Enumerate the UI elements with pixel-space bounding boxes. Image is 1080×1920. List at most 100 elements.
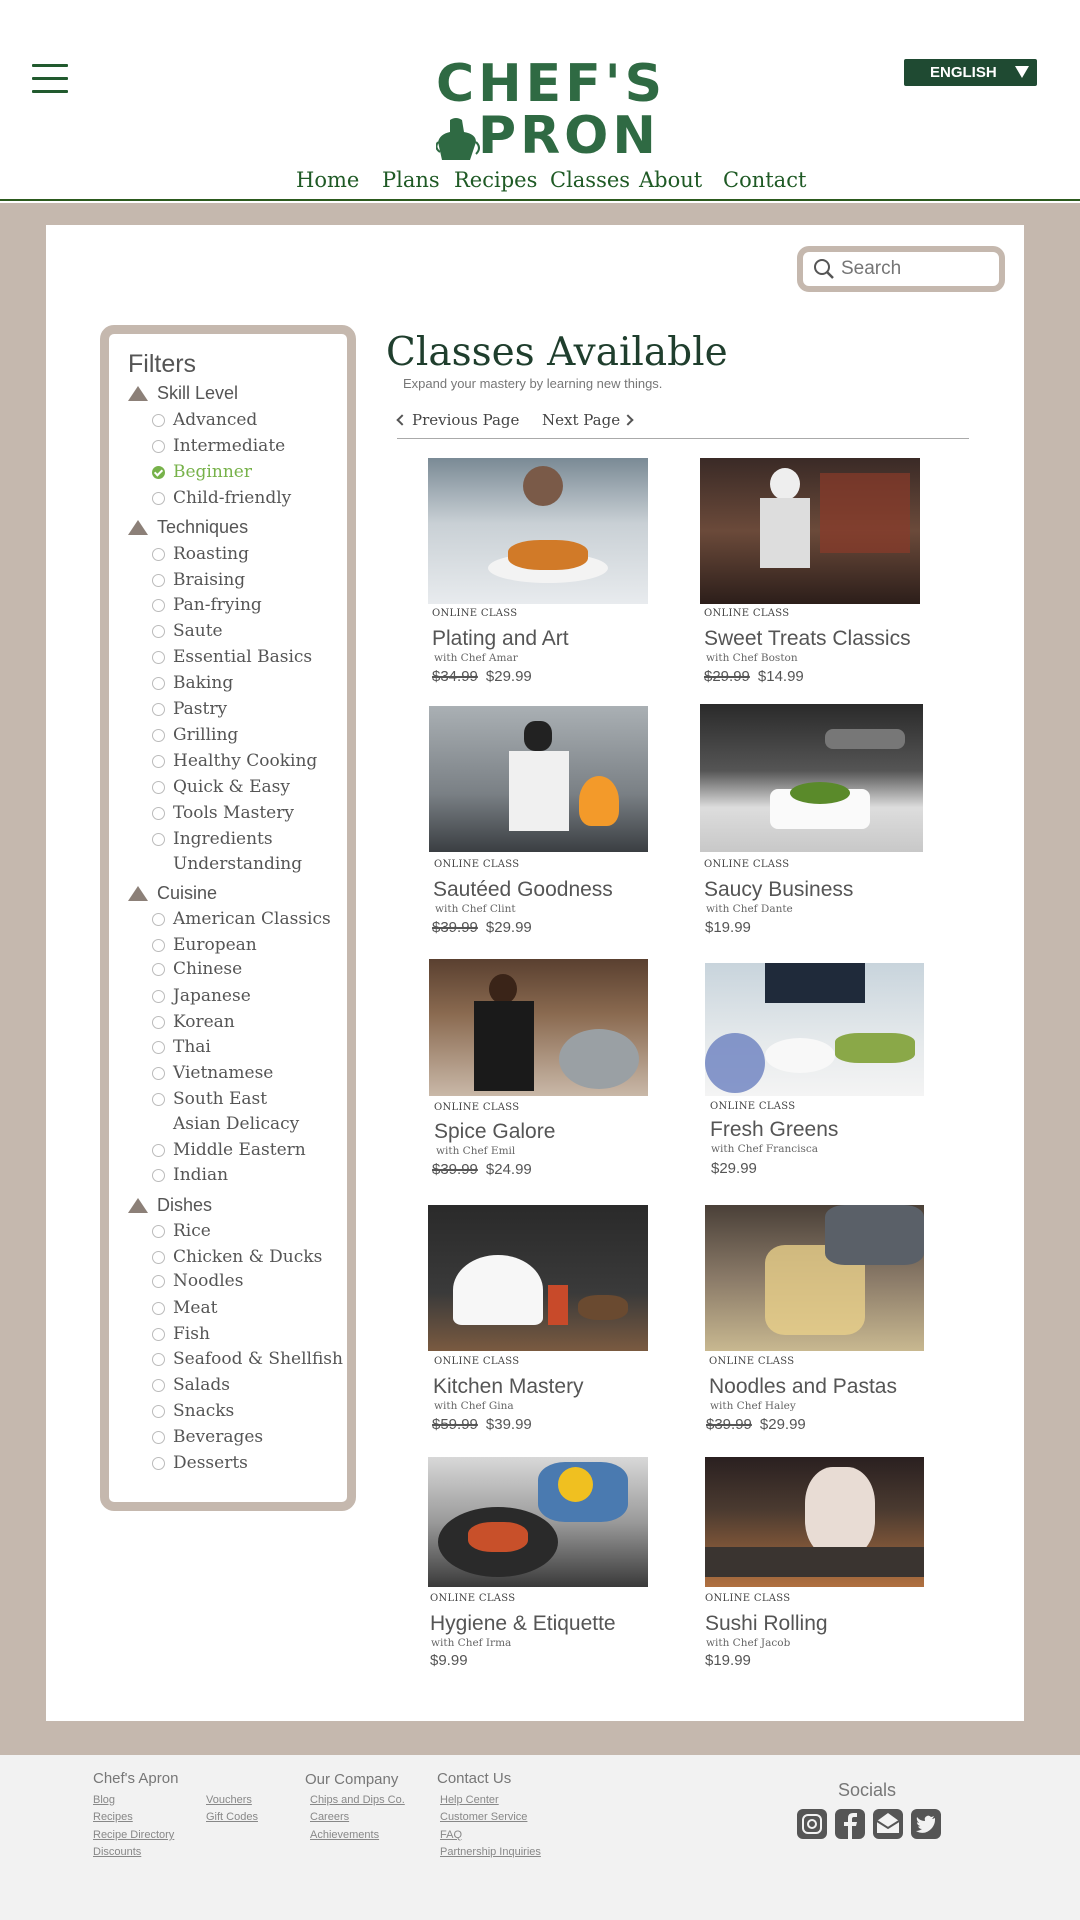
product-image[interactable] bbox=[705, 963, 924, 1096]
filter-option[interactable]: Middle Eastern bbox=[152, 1138, 306, 1163]
filter-option[interactable]: Japanese bbox=[152, 984, 251, 1009]
footer-link[interactable]: Recipes bbox=[93, 1811, 133, 1823]
filter-option[interactable]: Braising bbox=[152, 568, 245, 593]
filter-group-dishes[interactable]: Dishes bbox=[128, 1195, 212, 1216]
filter-option[interactable]: South East Asian Delicacy bbox=[152, 1087, 312, 1137]
product-image[interactable] bbox=[428, 458, 648, 604]
filter-group-skill-level[interactable]: Skill Level bbox=[128, 383, 238, 404]
nav-contact[interactable]: Contact bbox=[723, 168, 806, 192]
filter-option[interactable]: Beverages bbox=[152, 1425, 263, 1450]
filter-option[interactable]: Essential Basics bbox=[152, 645, 312, 670]
nav-home[interactable]: Home bbox=[296, 168, 359, 192]
filter-option[interactable]: Pastry bbox=[152, 697, 227, 722]
filter-option[interactable]: Snacks bbox=[152, 1399, 234, 1424]
filter-option[interactable]: Noodles bbox=[152, 1269, 243, 1294]
search-input[interactable] bbox=[841, 258, 981, 280]
filter-option[interactable]: Indian bbox=[152, 1163, 228, 1188]
product-name[interactable]: Sweet Treats Classics bbox=[704, 627, 911, 651]
filter-option[interactable]: Ingredients Understanding bbox=[152, 827, 302, 877]
product-image[interactable] bbox=[429, 706, 648, 852]
filter-option[interactable]: Advanced bbox=[152, 408, 257, 433]
email-icon[interactable] bbox=[873, 1809, 903, 1839]
radio-icon bbox=[152, 574, 165, 587]
facebook-icon[interactable] bbox=[835, 1809, 865, 1839]
footer-link[interactable]: Help Center bbox=[440, 1794, 499, 1806]
filter-option[interactable]: Chinese bbox=[152, 957, 242, 982]
site-logo[interactable]: CHEF'S PRON bbox=[436, 58, 662, 170]
filter-option[interactable]: Chicken & Ducks bbox=[152, 1245, 322, 1270]
product-name[interactable]: Fresh Greens bbox=[710, 1118, 838, 1142]
product-image[interactable] bbox=[428, 1457, 648, 1587]
nav-classes[interactable]: Classes bbox=[550, 168, 630, 192]
product-name[interactable]: Sushi Rolling bbox=[705, 1612, 828, 1636]
language-dropdown[interactable]: ENGLISH bbox=[904, 59, 1037, 86]
product-name[interactable]: Plating and Art bbox=[432, 627, 569, 651]
previous-page-link[interactable]: Previous Page bbox=[396, 411, 519, 429]
filter-option[interactable]: Rice bbox=[152, 1219, 211, 1244]
old-price: $34.99 bbox=[432, 668, 478, 685]
footer-link[interactable]: Vouchers bbox=[206, 1794, 252, 1806]
instagram-icon[interactable] bbox=[797, 1809, 827, 1839]
product-image[interactable] bbox=[700, 704, 923, 852]
filter-option[interactable]: Fish bbox=[152, 1322, 210, 1347]
filter-option[interactable]: Intermediate bbox=[152, 434, 285, 459]
filter-option-label: Meat bbox=[173, 1298, 218, 1318]
product-name[interactable]: Hygiene & Etiquette bbox=[430, 1612, 616, 1636]
product-name[interactable]: Sautéed Goodness bbox=[433, 878, 613, 902]
radio-icon bbox=[152, 1431, 165, 1444]
next-page-link[interactable]: Next Page bbox=[542, 411, 634, 429]
filter-option[interactable]: Healthy Cooking bbox=[152, 749, 317, 774]
product-image[interactable] bbox=[705, 1457, 924, 1587]
footer-link[interactable]: FAQ bbox=[440, 1829, 462, 1841]
filter-group-techniques[interactable]: Techniques bbox=[128, 517, 248, 538]
filter-option[interactable]: Thai bbox=[152, 1035, 211, 1060]
filter-option[interactable]: Desserts bbox=[152, 1451, 248, 1476]
nav-plans[interactable]: Plans bbox=[382, 168, 440, 192]
product-tag: ONLINE CLASS bbox=[430, 1593, 516, 1604]
filter-option[interactable]: Meat bbox=[152, 1296, 217, 1321]
filter-option[interactable]: Tools Mastery bbox=[152, 801, 294, 826]
search-box[interactable] bbox=[797, 246, 1005, 292]
product-price: $29.99 bbox=[711, 1160, 757, 1177]
filter-option[interactable]: Quick & Easy bbox=[152, 775, 290, 800]
filter-option-checked[interactable]: Beginner bbox=[152, 460, 252, 485]
filter-group-cuisine[interactable]: Cuisine bbox=[128, 883, 217, 904]
product-name[interactable]: Kitchen Mastery bbox=[433, 1375, 584, 1399]
filter-option[interactable]: Saute bbox=[152, 619, 223, 644]
product-name[interactable]: Spice Galore bbox=[434, 1120, 555, 1144]
filter-option[interactable]: Roasting bbox=[152, 542, 249, 567]
footer-link[interactable]: Partnership Inquiries bbox=[440, 1846, 541, 1858]
product-image[interactable] bbox=[428, 1205, 648, 1351]
product-name[interactable]: Saucy Business bbox=[704, 878, 853, 902]
filter-option[interactable]: Seafood & Shellfish bbox=[152, 1347, 343, 1372]
footer-link[interactable]: Achievements bbox=[310, 1829, 379, 1841]
product-image[interactable] bbox=[700, 458, 920, 604]
filter-option-label: Intermediate bbox=[173, 436, 286, 456]
footer-link[interactable]: Discounts bbox=[93, 1846, 141, 1858]
product-image[interactable] bbox=[429, 959, 648, 1096]
hamburger-menu-icon[interactable] bbox=[32, 64, 68, 94]
footer-link[interactable]: Careers bbox=[310, 1811, 349, 1823]
filter-option[interactable]: European bbox=[152, 933, 257, 958]
footer-link[interactable]: Customer Service bbox=[440, 1811, 527, 1823]
current-price: $29.99 bbox=[485, 668, 532, 685]
filter-option[interactable]: Korean bbox=[152, 1010, 235, 1035]
filter-option[interactable]: American Classics bbox=[152, 907, 331, 932]
product-image[interactable] bbox=[705, 1205, 924, 1351]
nav-recipes[interactable]: Recipes bbox=[454, 168, 537, 192]
filter-option[interactable]: Vietnamese bbox=[152, 1061, 273, 1086]
radio-icon bbox=[152, 492, 165, 505]
filter-option[interactable]: Child-friendly bbox=[152, 486, 291, 511]
footer-link[interactable]: Chips and Dips Co. bbox=[310, 1794, 405, 1806]
footer-link[interactable]: Gift Codes bbox=[206, 1811, 258, 1823]
product-name[interactable]: Noodles and Pastas bbox=[709, 1375, 897, 1399]
filter-option[interactable]: Pan-frying bbox=[152, 593, 262, 618]
footer-link[interactable]: Blog bbox=[93, 1794, 115, 1806]
nav-about[interactable]: About bbox=[639, 168, 702, 192]
filter-option[interactable]: Salads bbox=[152, 1373, 230, 1398]
filter-option[interactable]: Baking bbox=[152, 671, 233, 696]
footer-link[interactable]: Recipe Directory bbox=[93, 1829, 174, 1841]
language-label: ENGLISH bbox=[930, 64, 997, 81]
filter-option[interactable]: Grilling bbox=[152, 723, 238, 748]
twitter-icon[interactable] bbox=[911, 1809, 941, 1839]
